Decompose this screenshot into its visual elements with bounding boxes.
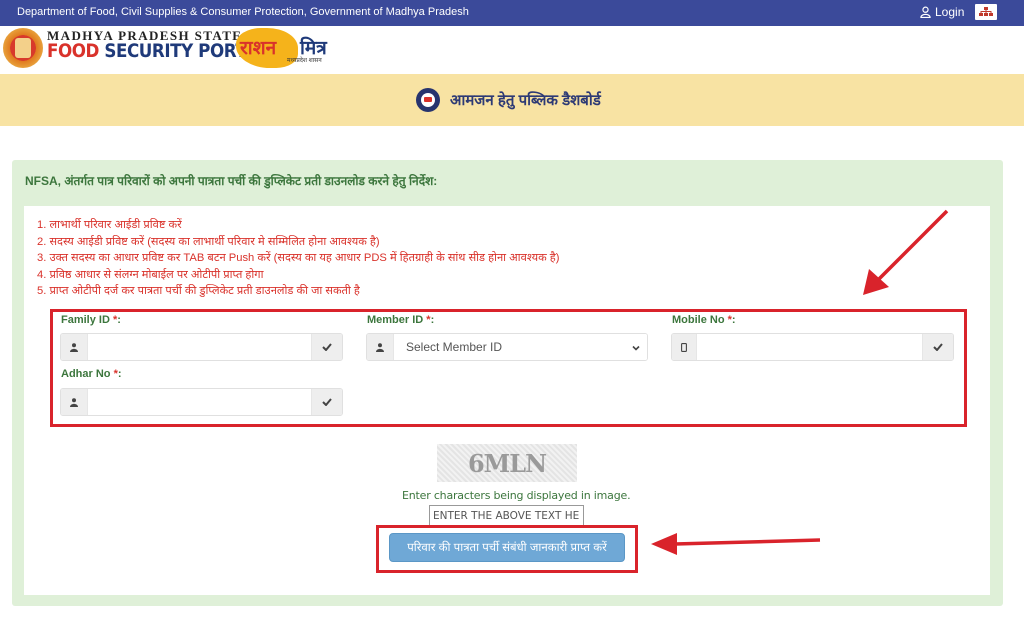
adhar-no-label: Adhar No *: [61, 368, 122, 380]
brand-portal-name: FOOD SECURITY PORTAL [47, 40, 268, 62]
mitra-subtext: मध्यप्रदेश शासन [287, 58, 322, 64]
adhar-no-check-button[interactable] [311, 389, 342, 415]
member-id-label: Member ID *: [367, 314, 435, 326]
instruction-item: 2. सदस्य आईडी प्रविष्ट करें (सदस्य का ला… [37, 235, 380, 248]
ration-logo-text: राशन [240, 38, 277, 59]
login-label: Login [935, 5, 965, 19]
mp-emblem-logo [3, 28, 43, 68]
captcha-image: 6MLN [437, 444, 577, 482]
mobile-no-label: Mobile No *: [672, 314, 736, 326]
mobile-no-check-button[interactable] [922, 334, 953, 360]
instruction-item: 5. प्राप्त ओटीपी दर्ज कर पात्रता पर्ची क… [37, 285, 360, 297]
family-id-check-button[interactable] [311, 334, 342, 360]
login-link[interactable]: Login [920, 5, 964, 19]
adhar-no-input[interactable] [88, 389, 311, 415]
family-id-group [60, 333, 343, 361]
instruction-list: 1. लाभार्थी परिवार आईडी प्रविष्ट करें 2.… [37, 217, 559, 300]
captcha-hint: Enter characters being displayed in imag… [402, 489, 631, 502]
top-bar: Department of Food, Civil Supplies & Con… [0, 0, 1024, 26]
header-logo-row: MADHYA PRADESH STATE FOOD SECURITY PORTA… [0, 26, 1024, 74]
sitemap-button[interactable] [975, 4, 997, 20]
instruction-item: 3. उक्त सदस्य का आधार प्रविष्ट कर TAB बट… [37, 252, 560, 264]
mobile-no-input[interactable] [697, 334, 922, 360]
check-icon [933, 343, 943, 351]
mobile-no-group [671, 333, 954, 361]
family-id-input[interactable] [88, 334, 311, 360]
instruction-item: 1. लाभार्थी परिवार आईडी प्रविष्ट करें [37, 219, 182, 231]
get-eligibility-info-button[interactable]: परिवार की पात्रता पर्ची संबंधी जानकारी प… [389, 533, 625, 562]
panel-heading: NFSA, अंतर्गत पात्र परिवारों को अपनी पात… [25, 174, 438, 188]
department-name: Department of Food, Civil Supplies & Con… [17, 6, 469, 18]
check-icon [322, 398, 332, 406]
mobile-icon [672, 334, 697, 360]
sitemap-icon [979, 7, 993, 16]
member-id-select[interactable]: Select Member ID [394, 334, 647, 360]
member-id-group: Select Member ID [366, 333, 648, 361]
user-icon [61, 389, 88, 415]
user-icon [367, 334, 394, 360]
check-icon [322, 343, 332, 351]
adhar-no-group [60, 388, 343, 416]
dashboard-icon [416, 88, 440, 112]
dashboard-title-link[interactable]: आमजन हेतु पब्लिक डैशबोर्ड [416, 88, 601, 112]
family-id-label: Family ID *: [61, 314, 121, 326]
user-icon [920, 6, 931, 18]
dashboard-title: आमजन हेतु पब्लिक डैशबोर्ड [450, 92, 601, 109]
user-icon [61, 334, 88, 360]
captcha-input[interactable] [429, 505, 584, 527]
instruction-item: 4. प्रविष्ठ आधार से संलग्न मोबाईल पर ओटी… [37, 268, 264, 281]
